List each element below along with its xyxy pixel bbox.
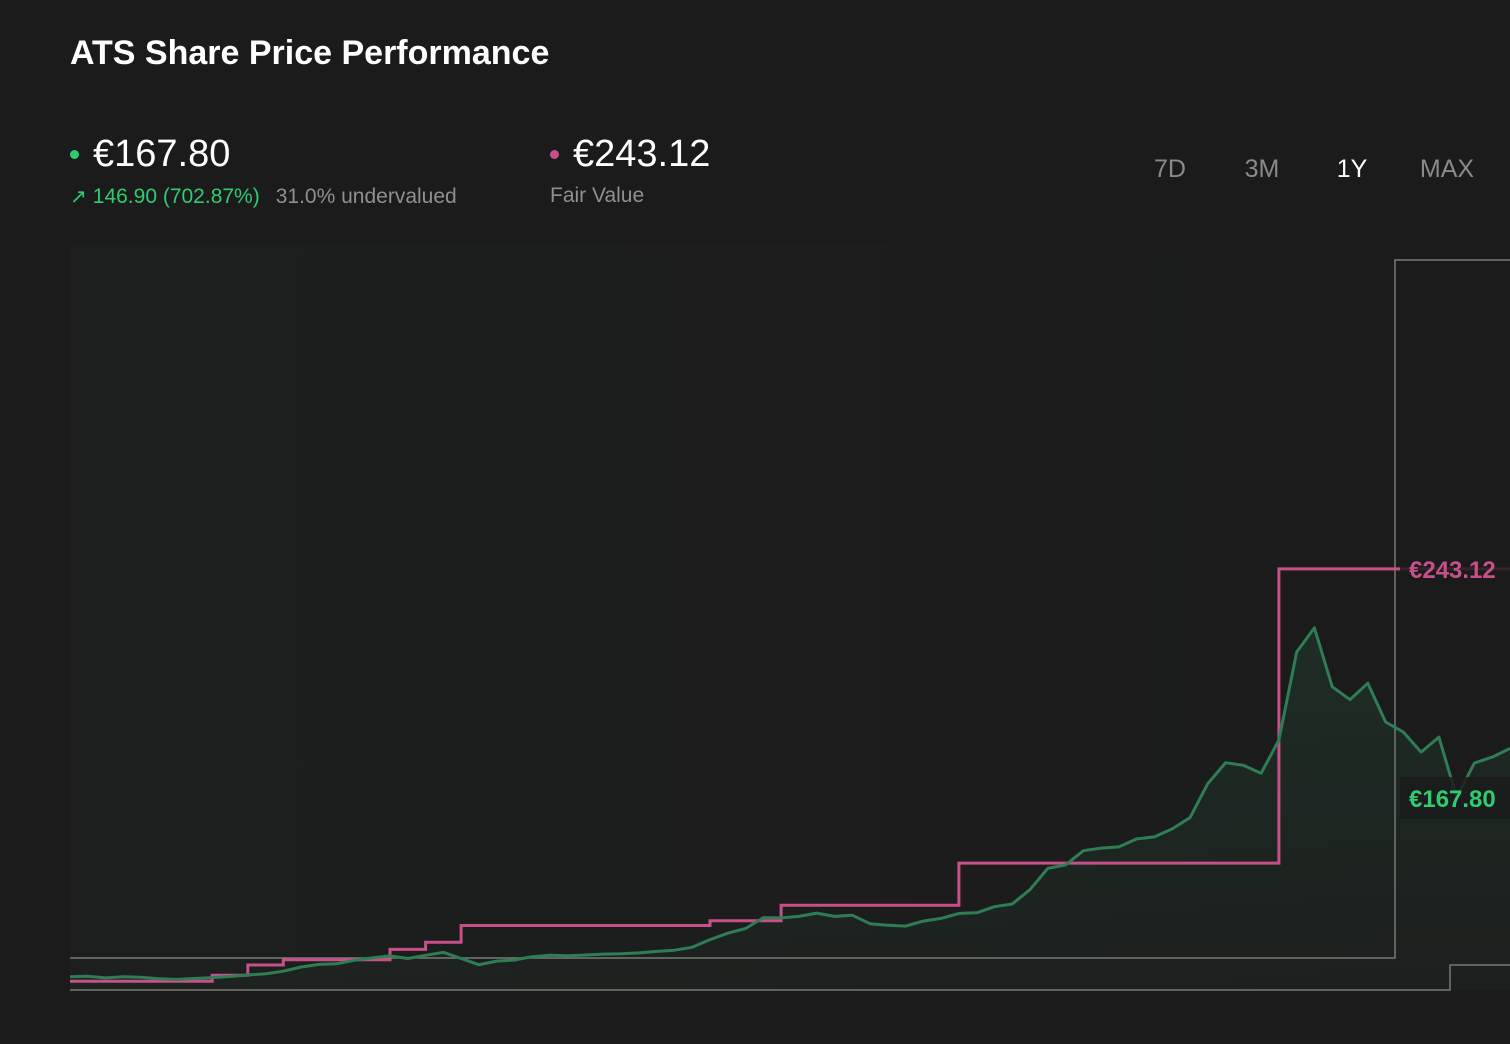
price-end-label: €167.80 <box>1409 786 1496 813</box>
fair-value-end-label: €243.12 <box>1409 557 1496 584</box>
price-chart: €243.12 €167.80 <box>69 245 1510 991</box>
